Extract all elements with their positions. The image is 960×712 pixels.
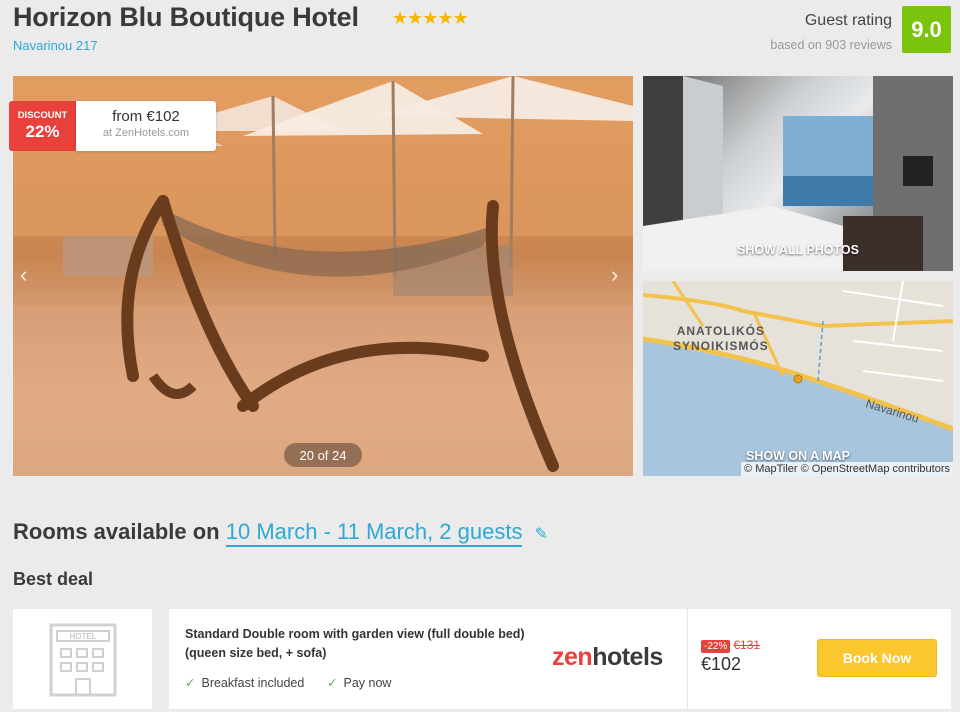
deal-price: €102 (701, 654, 742, 674)
room-name[interactable]: Standard Double room with garden view (f… (185, 625, 525, 663)
provider-logo: zenhotels (552, 643, 663, 672)
discount-badge: DISCOUNT 22% (9, 101, 76, 151)
hotel-placeholder-thumbnail: HOTEL (13, 609, 152, 709)
divider (687, 609, 688, 709)
thumb-label: HOTEL (69, 632, 96, 641)
check-icon: ✓ (185, 676, 196, 690)
check-icon: ✓ (327, 676, 338, 690)
hotel-building-icon: HOTEL (49, 623, 117, 697)
chevron-right-icon[interactable]: › (611, 262, 618, 288)
rooms-heading-prefix: Rooms available on (13, 519, 220, 544)
discount-value: 22% (25, 122, 60, 141)
deal-card: Standard Double room with garden view (f… (169, 609, 951, 709)
best-deal-heading: Best deal (13, 569, 94, 589)
map-attribution[interactable]: © MapTiler © OpenStreetMap contributors (741, 462, 953, 476)
feature-pay-now-label: Pay now (343, 676, 392, 690)
provider-logo-zen: zen (552, 643, 593, 671)
discount-pct-badge: -22% (701, 640, 731, 653)
map-illustration (643, 281, 953, 476)
old-price: €131 (733, 638, 761, 652)
room-photo[interactable]: SHOW ALL PHOTOS (643, 76, 953, 271)
hotel-title: Horizon Blu Boutique Hotel (13, 2, 359, 32)
star-rating: ★★★★★ (392, 8, 469, 28)
discount-label: DISCOUNT (17, 110, 68, 121)
room-photo-illustration (643, 76, 953, 271)
map-district-line1: ANATOLIKÓS (676, 324, 765, 338)
map-district-line2: SYNOIKISMÓS (673, 339, 769, 353)
dates-guests-link[interactable]: 10 March - 11 March, 2 guests (225, 519, 523, 547)
hotel-address-link[interactable]: Navarinou 217 (13, 38, 98, 53)
feature-breakfast: ✓ Breakfast included (185, 675, 304, 690)
book-now-button[interactable]: Book Now (817, 639, 937, 677)
provider-logo-hotels: hotels (592, 643, 663, 671)
reviews-count[interactable]: based on 903 reviews (770, 38, 892, 52)
photo-counter: 20 of 24 (284, 443, 362, 467)
old-price-row: -22% €131 (701, 638, 761, 653)
from-price: from €102 (112, 108, 180, 125)
feature-breakfast-label: Breakfast included (201, 676, 305, 690)
show-on-map-button[interactable]: SHOW ON A MAP (643, 449, 953, 463)
pencil-icon[interactable]: ✎ (535, 526, 548, 543)
rating-score-badge: 9.0 (902, 6, 951, 53)
chevron-left-icon[interactable]: ‹ (20, 262, 27, 288)
price-source: at ZenHotels.com (102, 127, 190, 139)
rooms-heading: Rooms available on 10 March - 11 March, … (13, 519, 548, 547)
feature-pay-now: ✓ Pay now (327, 675, 391, 690)
guest-rating-label: Guest rating (804, 12, 892, 29)
show-all-photos-button[interactable]: SHOW ALL PHOTOS (643, 243, 953, 257)
price-badge[interactable]: from €102 at ZenHotels.com (76, 101, 216, 151)
location-map[interactable]: ANATOLIKÓS SYNOIKISMÓS Navarinou SHOW ON… (643, 281, 953, 476)
